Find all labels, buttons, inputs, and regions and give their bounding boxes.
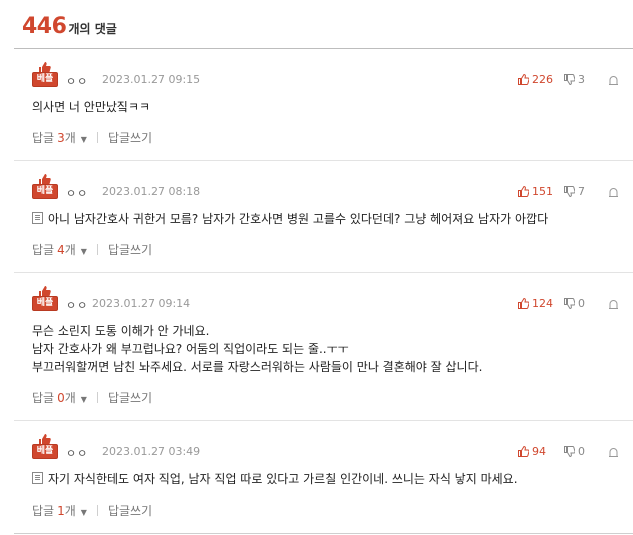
downvote-button[interactable]: 3 [564,73,602,86]
best-tag: 베플 [32,296,58,311]
best-badge: 베플 [32,434,58,459]
comment-text: 자기 자식한테도 여자 직업, 남자 직업 따로 있다고 가르칠 인간이네. 쓰… [32,470,518,488]
comment-date: 2023.01.27 09:15 [102,73,201,86]
comment-text: 무슨 소린지 도통 이해가 안 가네요. 남자 간호사가 왜 부끄럽나요? 어둠… [32,324,483,374]
caret-down-icon: ▼ [80,247,87,256]
thumbs-down-icon [564,445,575,457]
thumbs-down-icon [564,185,575,197]
reply-toggle[interactable]: 답글 1개 ▼ [32,502,87,519]
reply-bar: 답글 1개 ▼ 답글쓰기 [32,502,152,519]
divider [96,505,98,516]
comment-section: 446 개의 댓글 베플 ㅇㅇ 2023.01.27 09:15 226 3 의… [0,0,633,535]
divider [96,244,98,255]
best-badge: 베플 [32,174,58,199]
comment-item: 베플 ㅇㅇ 2023.01.27 09:14 124 0 무슨 소린지 도통 이… [14,273,633,421]
downvote-button[interactable]: 7 [564,185,602,198]
upvote-button[interactable]: 151 [518,185,564,198]
thumbs-up-icon [518,297,529,309]
vote-bar: 124 0 [518,295,633,311]
comment-author[interactable]: ㅇㅇ [66,185,88,201]
memo-icon [32,212,43,224]
comment-date: 2023.01.27 09:14 [92,297,191,310]
thumbs-down-icon [564,297,575,309]
downvote-button[interactable]: 0 [564,297,602,310]
vote-bar: 94 0 [518,443,633,459]
reply-bar: 답글 0개 ▼ 답글쓰기 [32,389,152,406]
reply-bar: 답글 3개 ▼ 답글쓰기 [32,129,152,146]
downvote-count: 0 [578,444,585,458]
upvote-count: 94 [532,444,546,458]
report-icon[interactable] [608,298,619,309]
comment-count: 446 [22,14,67,39]
thumbs-down-icon [564,73,575,85]
write-reply-link[interactable]: 답글쓰기 [108,389,152,406]
reply-count: 0 [57,391,65,405]
best-badge: 베플 [32,286,58,311]
downvote-count: 0 [578,296,585,310]
thumbs-up-icon [518,185,529,197]
comment-author[interactable]: ㅇㅇ [66,73,88,89]
thumbs-up-icon [518,73,529,85]
reply-count: 1 [57,504,65,518]
reply-toggle[interactable]: 답글 4개 ▼ [32,241,87,258]
caret-down-icon: ▼ [80,508,87,517]
thumbs-up-icon [518,445,529,457]
upvote-count: 151 [532,184,553,198]
comment-date: 2023.01.27 08:18 [102,185,201,198]
comment-item: 베플 ㅇㅇ 2023.01.27 03:49 94 0 자기 자식한테도 여자 … [14,421,633,534]
memo-icon [32,472,43,484]
divider [96,132,98,143]
write-reply-link[interactable]: 답글쓰기 [108,129,152,146]
upvote-button[interactable]: 226 [518,73,564,86]
report-icon[interactable] [608,186,619,197]
report-icon[interactable] [608,446,619,457]
reply-toggle[interactable]: 답글 0개 ▼ [32,389,87,406]
downvote-button[interactable]: 0 [564,445,602,458]
comment-author[interactable]: ㅇㅇ [66,445,88,461]
upvote-count: 226 [532,72,553,86]
comment-author[interactable]: ㅇㅇ [66,297,88,313]
best-badge: 베플 [32,62,58,87]
report-icon[interactable] [608,74,619,85]
downvote-count: 7 [578,184,585,198]
write-reply-link[interactable]: 답글쓰기 [108,502,152,519]
caret-down-icon: ▼ [80,395,87,404]
best-tag: 베플 [32,184,58,199]
vote-bar: 226 3 [518,71,633,87]
comment-item: 베플 ㅇㅇ 2023.01.27 09:15 226 3 의사면 너 안만났짘ㅋ… [14,49,633,161]
comment-count-suffix: 개의 댓글 [68,22,117,36]
upvote-button[interactable]: 94 [518,445,564,458]
comment-item: 베플 ㅇㅇ 2023.01.27 08:18 151 7 아니 남자간호사 귀한… [14,161,633,273]
upvote-button[interactable]: 124 [518,297,564,310]
comment-count-header: 446 개의 댓글 [22,14,117,44]
divider [96,392,98,403]
vote-bar: 151 7 [518,183,633,199]
downvote-count: 3 [578,72,585,86]
reply-count: 3 [57,131,65,145]
upvote-count: 124 [532,296,553,310]
reply-count: 4 [57,243,65,257]
best-tag: 베플 [32,444,58,459]
comment-text: 아니 남자간호사 귀한거 모름? 남자가 간호사면 병원 고를수 있다던데? 그… [32,210,548,228]
reply-toggle[interactable]: 답글 3개 ▼ [32,129,87,146]
comment-text: 의사면 너 안만났짘ㅋㅋ [32,100,151,114]
caret-down-icon: ▼ [80,135,87,144]
best-tag: 베플 [32,72,58,87]
reply-bar: 답글 4개 ▼ 답글쓰기 [32,241,152,258]
write-reply-link[interactable]: 답글쓰기 [108,241,152,258]
comment-date: 2023.01.27 03:49 [102,445,201,458]
